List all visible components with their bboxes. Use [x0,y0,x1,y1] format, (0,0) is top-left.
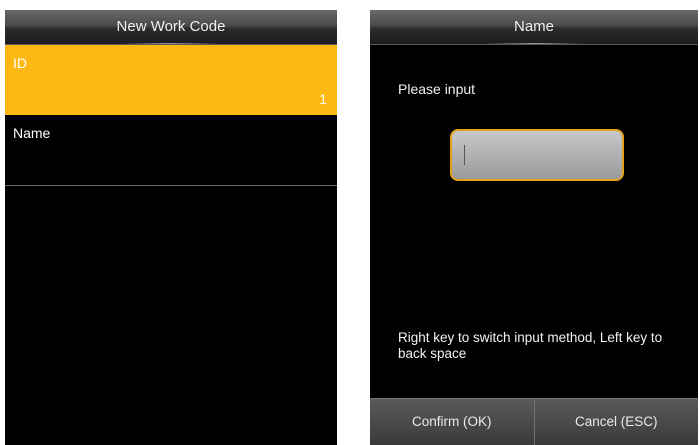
softkey-bar: Confirm (OK) Cancel (ESC) [370,398,698,445]
name-input[interactable] [450,129,624,181]
new-work-code-screen: New Work Code ID 1 Name [5,10,337,445]
screen-title: Name [370,10,698,45]
field-label-name: Name [13,125,51,141]
screen-title: New Work Code [5,10,337,45]
input-hint: Right key to switch input method, Left k… [398,330,663,361]
name-input-screen: Name Please input Right key to switch in… [370,10,698,445]
input-prompt: Please input [398,81,476,97]
confirm-button[interactable]: Confirm (OK) [370,399,534,445]
text-caret [464,145,465,165]
field-label-id: ID [13,55,27,71]
field-row-id[interactable]: ID 1 [5,45,337,115]
cancel-button[interactable]: Cancel (ESC) [533,399,699,445]
field-row-name[interactable]: Name [5,115,337,186]
field-value-id: 1 [319,91,327,107]
